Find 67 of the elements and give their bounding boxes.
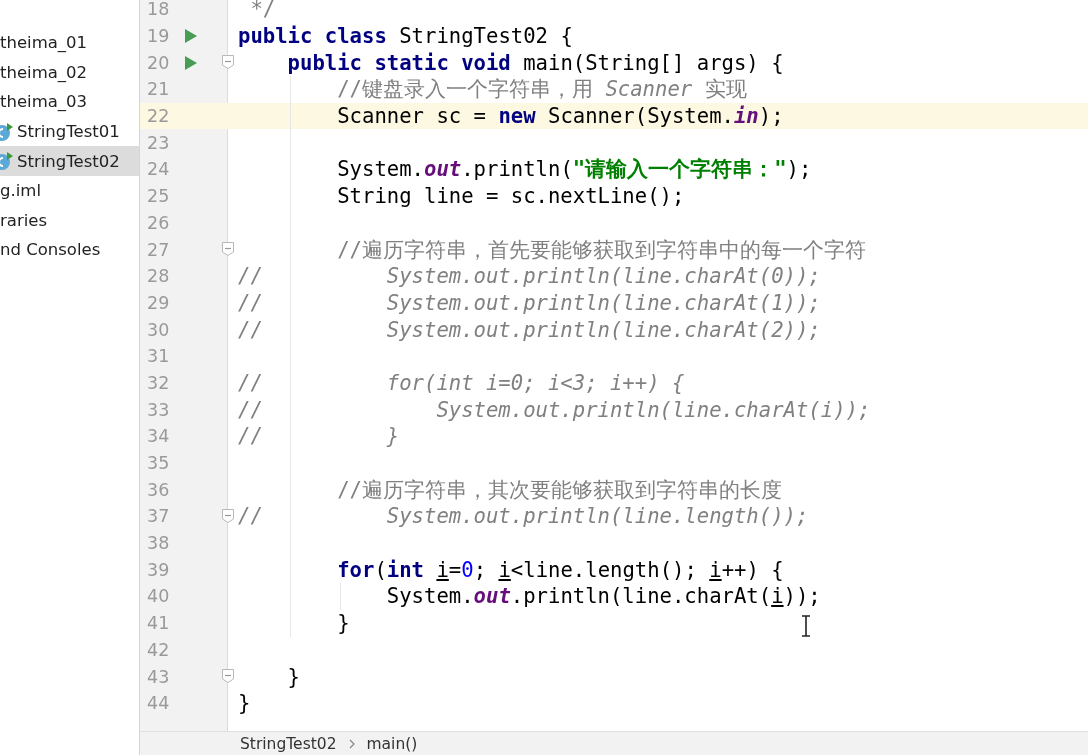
fold-icon[interactable] <box>222 669 234 684</box>
line-number: 39 <box>147 559 171 580</box>
tree-item[interactable]: raries <box>0 205 139 236</box>
line-number: 37 <box>147 506 171 527</box>
code-line: // System.out.println(line.charAt(2)); <box>237 317 821 342</box>
code-line: // System.out.println(line.charAt(0)); <box>237 264 821 289</box>
tree-item[interactable]: theima_01 <box>0 28 139 58</box>
fold-icon[interactable] <box>222 242 234 257</box>
line-number: 44 <box>147 693 171 714</box>
code-line: // } <box>237 424 400 449</box>
code-line: // for(int i=0; i<3; i++) { <box>237 370 685 395</box>
line-number: 38 <box>147 533 171 554</box>
code-line: public class StringTest02 { <box>237 24 573 49</box>
line-number: 28 <box>147 266 171 287</box>
fold-icon[interactable] <box>222 509 234 524</box>
code-line: */ <box>249 0 276 22</box>
line-number: 21 <box>147 79 171 100</box>
line-number: 29 <box>147 292 171 313</box>
line-number: 33 <box>147 399 171 420</box>
line-number: 24 <box>147 159 171 180</box>
breadcrumb-item[interactable]: StringTest02 <box>240 734 337 753</box>
code-line: //遍历字符串，首先要能够获取到字符串中的每一个字符 <box>336 236 866 264</box>
text-cursor-icon <box>801 615 811 637</box>
code-line: //遍历字符串，其次要能够获取到字符串的长度 <box>336 476 782 504</box>
run-icon[interactable] <box>185 55 197 70</box>
code-line: // System.out.println(line.charAt(i)); <box>237 397 871 422</box>
line-number: 32 <box>147 372 171 393</box>
code-line: } <box>286 664 300 689</box>
code-line: } <box>336 611 350 636</box>
line-number: 31 <box>147 346 171 367</box>
tree-item[interactable]: StringTest02 <box>0 146 139 176</box>
breadcrumb-item[interactable]: main() <box>366 734 418 753</box>
run-icon[interactable] <box>185 29 197 44</box>
line-number: 20 <box>147 52 171 73</box>
line-number: 42 <box>147 639 171 660</box>
line-number: 18 <box>147 0 171 20</box>
tree-item[interactable]: nd Consoles <box>0 235 139 265</box>
line-number: 30 <box>147 319 171 340</box>
tree-item[interactable]: theima_03 <box>0 87 139 117</box>
tree-item[interactable]: g.iml <box>0 175 139 206</box>
line-number: 35 <box>147 453 171 474</box>
line-number: 40 <box>147 586 171 607</box>
fold-icon[interactable] <box>222 55 234 70</box>
line-number: 34 <box>147 426 171 447</box>
code-line: System.out.println("请输入一个字符串："); <box>336 156 812 184</box>
code-line: // System.out.println(line.length()); <box>237 504 809 529</box>
code-line: // System.out.println(line.charAt(1)); <box>237 290 821 315</box>
line-number: 25 <box>147 186 171 207</box>
line-number: 27 <box>147 239 171 260</box>
code-line: String line = sc.nextLine(); <box>336 184 685 209</box>
chevron-icon <box>348 738 355 749</box>
line-number: 19 <box>147 26 171 47</box>
code-line: } <box>237 691 251 716</box>
line-number: 36 <box>147 479 171 500</box>
line-number: 43 <box>147 666 171 687</box>
tree-item[interactable]: theima_02 <box>0 57 139 88</box>
line-number: 26 <box>147 212 171 233</box>
class-run-icon <box>0 152 14 171</box>
code-line: Scanner sc = new Scanner(System.in); <box>336 104 784 129</box>
line-number: 22 <box>147 106 171 127</box>
code-line: public static void main(String[] args) { <box>286 50 784 75</box>
tree-item[interactable]: StringTest01 <box>0 116 139 147</box>
line-number: 41 <box>147 613 171 634</box>
code-line: System.out.println(line.charAt(i)); <box>385 584 821 609</box>
code-line: for(int i=0; i<line.length(); i++) { <box>336 557 784 582</box>
line-number: 23 <box>147 132 171 153</box>
code-line: //键盘录入一个字符串，用 Scanner 实现 <box>336 76 747 104</box>
